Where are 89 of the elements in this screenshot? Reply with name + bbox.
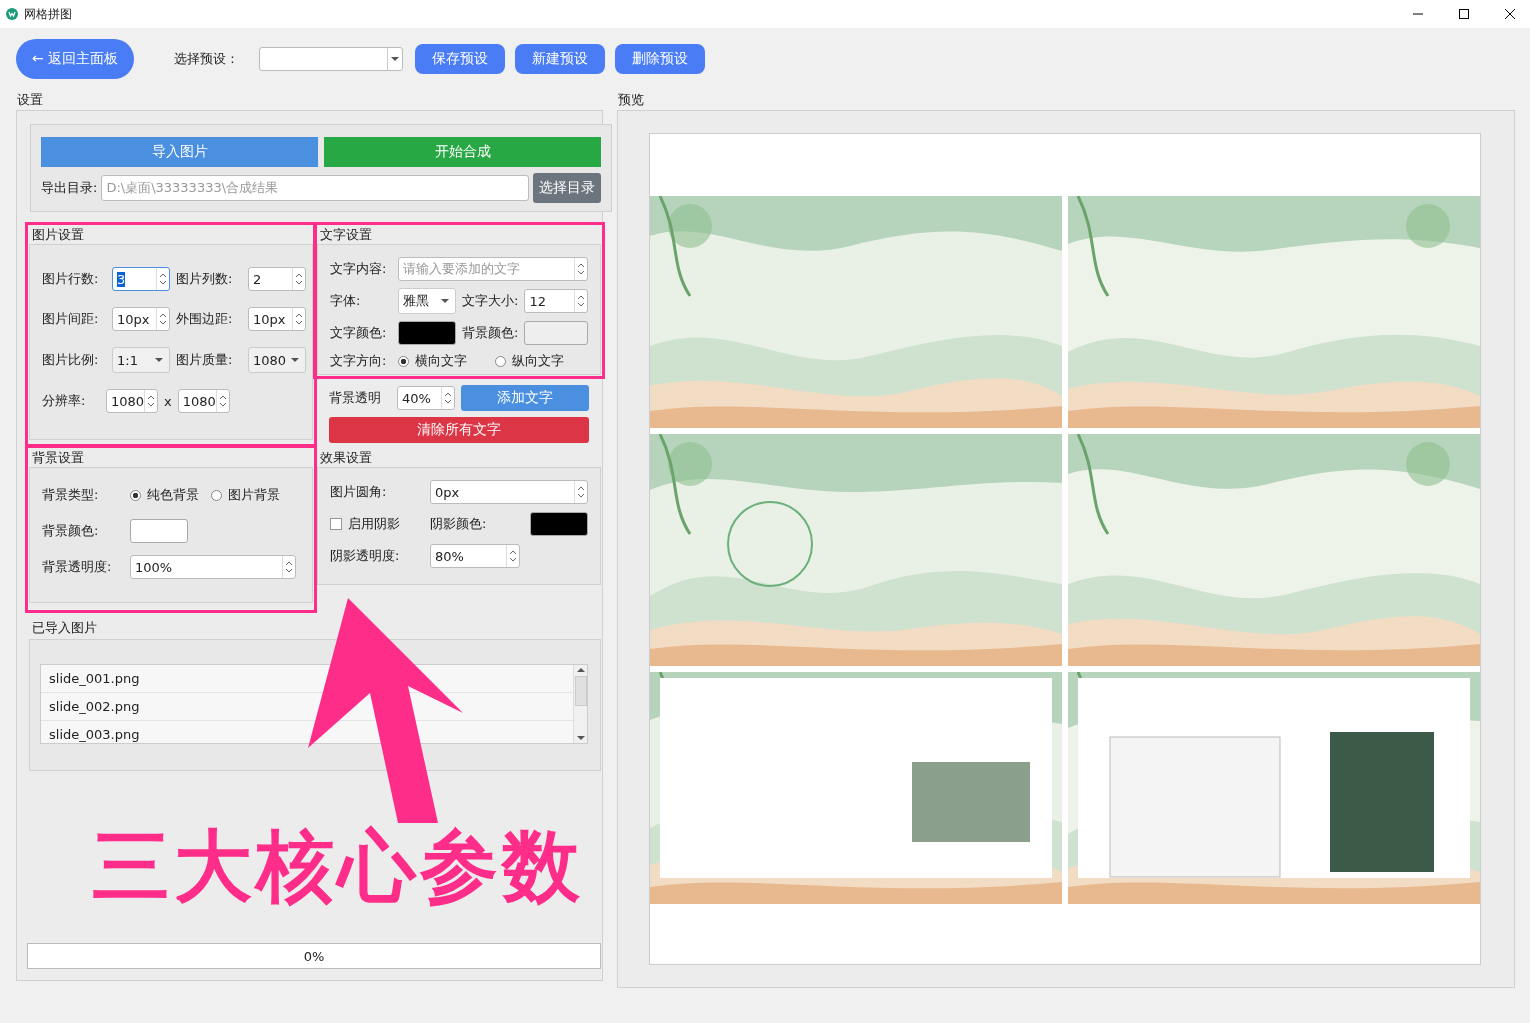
field-label: 背景颜色:: [462, 324, 519, 342]
annotation-text: 三大核心参数: [92, 820, 584, 913]
dropdown-field[interactable]: 1:1: [112, 347, 170, 373]
radio-label[interactable]: 纵向文字: [512, 352, 564, 370]
field-label: 图片间距:: [42, 310, 100, 328]
field-label: 图片比例:: [42, 351, 100, 369]
field-label: 背景透明度:: [42, 558, 113, 576]
spin-arrows-icon: [295, 312, 303, 326]
spin-arrows-icon: [147, 394, 156, 408]
scroll-up-icon[interactable]: [576, 668, 585, 672]
field-label: 导出目录:: [41, 179, 98, 197]
group-title: 效果设置: [319, 449, 373, 467]
radio-button[interactable]: [130, 489, 141, 501]
color-swatch[interactable]: [398, 321, 456, 345]
spin-field[interactable]: 10px: [248, 307, 306, 331]
choose-dir-button[interactable]: 选择目录: [533, 173, 601, 203]
spin-field[interactable]: 12: [524, 289, 588, 313]
field-label: 文字方向:: [330, 352, 388, 370]
back-button[interactable]: ← 返回主面板: [16, 39, 134, 79]
section-title: 设置: [16, 91, 44, 109]
separator-text: x: [164, 393, 172, 409]
spin-field[interactable]: 100%: [130, 555, 296, 579]
color-swatch[interactable]: [530, 512, 588, 536]
color-swatch[interactable]: [130, 519, 188, 543]
clear-text-button[interactable]: 清除所有文字: [329, 417, 589, 443]
spin-field[interactable]: 40%: [397, 386, 455, 410]
spin-arrows-icon: [159, 272, 167, 286]
preset-label: 选择预设：: [174, 50, 239, 68]
maximize-icon[interactable]: [1458, 8, 1470, 20]
preset-button[interactable]: 删除预设: [615, 44, 705, 74]
scroll-down-icon[interactable]: [576, 736, 585, 740]
group-title: 已导入图片: [31, 619, 98, 637]
dropdown-arrow-icon: [291, 358, 299, 362]
spin-field[interactable]: 0px: [430, 480, 588, 504]
color-swatch[interactable]: [524, 321, 588, 345]
spin-arrows-icon: [509, 549, 517, 563]
progress-text: 0%: [303, 948, 325, 964]
close-icon[interactable]: [1504, 8, 1516, 20]
spin-arrows-icon: [577, 294, 585, 308]
section-title: 预览: [617, 91, 645, 109]
spin-arrows-icon: [577, 262, 585, 276]
radio-label[interactable]: 图片背景: [228, 486, 280, 504]
field-label: 阴影颜色:: [430, 515, 488, 533]
spin-field[interactable]: 3: [112, 267, 170, 291]
window-title: 网格拼图: [24, 5, 72, 23]
group-title: 文字设置: [319, 226, 373, 244]
field-label: 背景类型:: [42, 486, 100, 504]
field-label: 分辨率:: [42, 392, 87, 410]
spin-field[interactable]: 1080: [177, 389, 230, 413]
field-label: 背景透明: [329, 389, 382, 407]
field-label: 背景颜色:: [42, 522, 100, 540]
dropdown-field[interactable]: 1080: [248, 347, 306, 373]
field-label: 文字内容:: [330, 260, 388, 278]
field-label: 文字颜色:: [330, 324, 388, 342]
field-label: 外围边距:: [176, 310, 234, 328]
radio-button[interactable]: [211, 489, 222, 501]
spin-arrows-icon: [159, 312, 167, 326]
field-label: 图片质量:: [176, 351, 234, 369]
checkbox[interactable]: [330, 518, 342, 530]
font-dropdown[interactable]: 雅黑: [398, 288, 456, 314]
field-label: 字体:: [330, 292, 362, 310]
field-label: 图片圆角:: [330, 483, 388, 501]
radio-button[interactable]: [495, 355, 506, 367]
spin-arrows-icon: [218, 394, 227, 408]
field-label: 文字大小:: [462, 292, 519, 310]
field-label: 图片列数:: [176, 270, 234, 288]
preset-button[interactable]: 新建预设: [515, 44, 605, 74]
spin-field[interactable]: 80%: [430, 544, 520, 568]
spin-arrows-icon: [444, 391, 452, 405]
scrollbar[interactable]: [573, 665, 587, 743]
spin-field[interactable]: 10px: [112, 307, 170, 331]
radio-label[interactable]: 横向文字: [415, 352, 467, 370]
dropdown-arrow-icon: [155, 358, 163, 362]
dropdown-arrow-icon: [391, 57, 399, 61]
group-title: 背景设置: [31, 449, 85, 467]
spin-arrows-icon: [285, 560, 293, 574]
spin-arrows-icon: [577, 485, 585, 499]
radio-label[interactable]: 纯色背景: [147, 486, 199, 504]
app-icon: [6, 8, 18, 20]
spin-field[interactable]: 1080: [106, 389, 158, 413]
group-title: 图片设置: [31, 226, 85, 244]
field-label: 图片行数:: [42, 270, 100, 288]
preset-button[interactable]: 保存预设: [415, 44, 505, 74]
radio-button[interactable]: [398, 355, 409, 367]
dropdown-arrow-icon: [441, 299, 449, 303]
checkbox-label[interactable]: 启用阴影: [348, 515, 400, 533]
field-label: 阴影透明度:: [330, 547, 401, 565]
spin-field[interactable]: 2: [248, 267, 306, 291]
spin-arrows-icon: [295, 272, 303, 286]
